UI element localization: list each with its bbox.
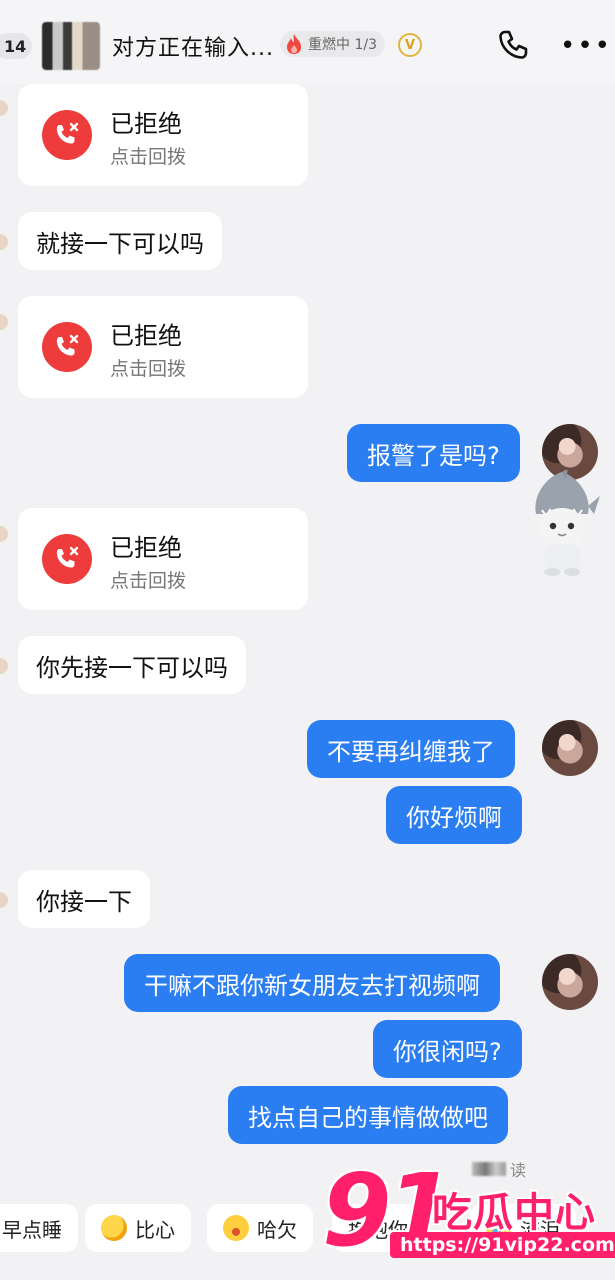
declined-call-card[interactable]: 已拒绝 点击回拨 <box>18 296 308 398</box>
contact-avatar[interactable] <box>42 22 100 70</box>
watermark-url: https://91vip22.com <box>390 1232 615 1258</box>
my-avatar[interactable] <box>542 720 598 776</box>
call-back-link[interactable]: 点击回拨 <box>110 354 186 381</box>
burn-badge-label: 重燃中 1/3 <box>308 37 377 53</box>
outgoing-message[interactable]: 找点自己的事情做做吧 <box>228 1086 508 1144</box>
call-status-title: 已拒绝 <box>110 110 182 138</box>
call-status-title: 已拒绝 <box>110 322 182 350</box>
contact-avatar-stub <box>0 658 8 674</box>
contact-avatar-stub <box>0 314 8 330</box>
incoming-message[interactable]: 你接一下 <box>18 870 150 928</box>
typing-status-title: 对方正在输入... <box>112 36 274 61</box>
outgoing-message[interactable]: 不要再纠缠我了 <box>307 720 515 778</box>
my-avatar[interactable] <box>542 954 598 1010</box>
flame-icon <box>287 34 301 54</box>
watermark-brand: 吃瓜中心 <box>432 1190 596 1236</box>
declined-call-card[interactable]: 已拒绝 点击回拨 <box>18 508 308 610</box>
contact-avatar-stub <box>0 892 8 908</box>
phone-call-icon[interactable] <box>496 28 530 62</box>
incoming-message[interactable]: 你先接一下可以吗 <box>18 636 246 694</box>
more-options-icon[interactable]: ••• <box>560 33 612 59</box>
declined-call-icon <box>42 534 92 584</box>
heart-hands-emoji-icon <box>101 1215 127 1241</box>
vip-badge-icon[interactable]: V <box>398 33 422 57</box>
quick-reply-label: 早点睡 <box>2 1217 62 1242</box>
declined-call-icon <box>42 110 92 160</box>
call-status-title: 已拒绝 <box>110 534 182 562</box>
outgoing-message[interactable]: 报警了是吗? <box>347 424 520 482</box>
contact-avatar-stub <box>0 234 8 250</box>
back-unread-count[interactable]: 14 <box>0 33 33 59</box>
outgoing-message[interactable]: 你好烦啊 <box>386 786 522 844</box>
contact-avatar-stub <box>0 100 8 116</box>
shark-cat-sticker-icon[interactable] <box>522 470 602 578</box>
quick-reply-chip[interactable]: 哈欠 <box>207 1204 313 1252</box>
call-back-link[interactable]: 点击回拨 <box>110 142 186 169</box>
contact-avatar-stub <box>0 526 8 542</box>
chat-header: 14 对方正在输入... 重燃中 1/3 V ••• <box>0 0 615 84</box>
declined-call-card[interactable]: 已拒绝 点击回拨 <box>18 84 308 186</box>
quick-reply-chip[interactable]: 比心 <box>85 1204 191 1252</box>
quick-reply-label: 哈欠 <box>257 1217 297 1242</box>
site-watermark: 91 吃瓜中心 https://91vip22.com <box>322 1152 615 1274</box>
call-back-link[interactable]: 点击回拨 <box>110 566 186 593</box>
burn-streak-badge[interactable]: 重燃中 1/3 <box>280 31 385 57</box>
outgoing-message[interactable]: 你很闲吗? <box>373 1020 522 1078</box>
quick-reply-chip[interactable]: 早点睡 <box>0 1204 78 1252</box>
declined-call-icon <box>42 322 92 372</box>
yawn-emoji-icon <box>223 1215 249 1241</box>
outgoing-message[interactable]: 干嘛不跟你新女朋友去打视频啊 <box>124 954 500 1012</box>
incoming-message[interactable]: 就接一下可以吗 <box>18 212 222 270</box>
quick-reply-label: 比心 <box>135 1217 175 1242</box>
